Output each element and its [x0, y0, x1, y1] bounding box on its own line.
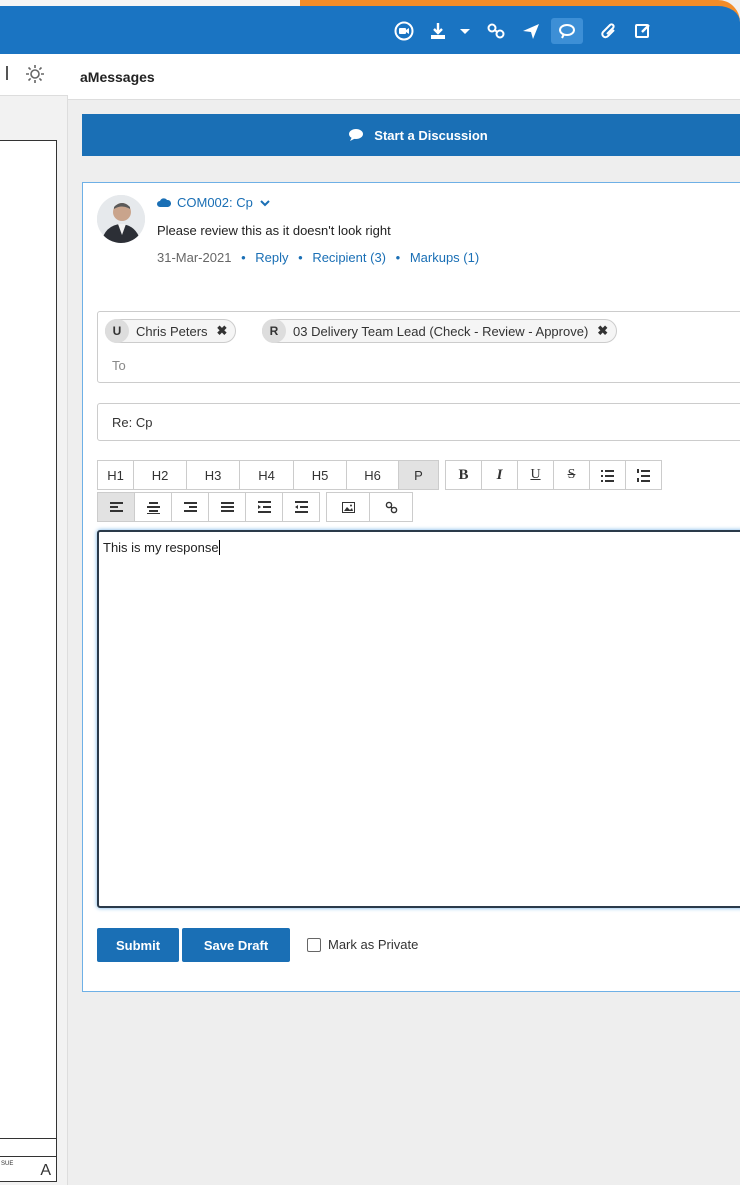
image-icon [341, 501, 355, 513]
numbered-list-button[interactable] [625, 460, 662, 490]
indent-button[interactable] [245, 492, 283, 522]
insert-image-button[interactable] [326, 492, 370, 522]
document-viewer: SUE A [0, 54, 68, 1185]
remove-recipient-icon[interactable]: ✖ [217, 323, 228, 339]
recipient-type-badge: R [262, 319, 286, 343]
align-right-button[interactable] [171, 492, 209, 522]
discussion-heading[interactable]: COM002: Cp [157, 195, 277, 210]
discussions-icon[interactable] [551, 18, 583, 44]
chevron-down-icon[interactable] [452, 18, 478, 44]
search-icon[interactable] [0, 66, 8, 80]
align-right-icon [183, 501, 197, 512]
recipient-name: Chris Peters [136, 323, 208, 339]
mark-private-checkbox[interactable]: Mark as Private [307, 937, 418, 952]
editor-toolbar-layout [97, 492, 413, 522]
chevron-down-icon[interactable] [259, 199, 271, 207]
subject-input[interactable]: Re: Cp [97, 403, 740, 441]
align-justify-icon [220, 501, 234, 512]
download-icon[interactable] [425, 18, 451, 44]
align-center-icon [146, 501, 160, 514]
paragraph-button[interactable]: P [398, 460, 439, 490]
editor-toolbar-headings: H1 H2 H3 H4 H5 H6 P B I U S [97, 460, 662, 490]
strikethrough-button[interactable]: S [553, 460, 590, 490]
message-text: Please review this as it doesn't look ri… [157, 223, 391, 238]
send-icon[interactable] [518, 18, 544, 44]
editor-content: This is my response [103, 540, 219, 555]
underline-button[interactable]: U [517, 460, 554, 490]
cloud-icon [157, 197, 171, 207]
recipient-field[interactable]: U Chris Peters ✖ R 03 Delivery Team Lead… [97, 311, 740, 383]
outdent-icon [294, 500, 308, 513]
heading-3-button[interactable]: H3 [186, 460, 240, 490]
checkbox[interactable] [307, 937, 321, 952]
heading-2-button[interactable]: H2 [133, 460, 187, 490]
list-ol-icon [637, 468, 650, 482]
align-left-icon [109, 501, 123, 512]
attachment-icon[interactable] [596, 18, 622, 44]
panel-title: aMessages [80, 69, 155, 85]
discussion-card: COM002: Cp Please review this as it does… [82, 182, 740, 992]
link-icon [385, 501, 397, 513]
viewer-toolbar [0, 54, 68, 96]
gear-icon[interactable] [24, 63, 46, 85]
top-header [0, 0, 740, 54]
document-page: SUE A [0, 140, 57, 1182]
messages-panel: aMessages Start a Discussion COM002: Cp … [68, 54, 740, 1185]
align-center-button[interactable] [134, 492, 172, 522]
bullet-list-button[interactable] [589, 460, 626, 490]
indent-icon [257, 500, 271, 513]
recipient-type-badge: U [105, 319, 129, 343]
video-icon[interactable] [391, 18, 417, 44]
link-icon[interactable] [483, 18, 509, 44]
save-draft-button[interactable]: Save Draft [182, 928, 290, 962]
italic-button[interactable]: I [481, 460, 518, 490]
discussion-title: COM002: Cp [177, 195, 253, 210]
message-date: 31-Mar-2021 [157, 250, 232, 265]
list-ul-icon [601, 469, 614, 482]
mark-private-label: Mark as Private [328, 937, 419, 952]
reply-link[interactable]: Reply [255, 250, 288, 265]
to-placeholder: To [112, 358, 126, 373]
bold-button[interactable]: B [445, 460, 482, 490]
heading-6-button[interactable]: H6 [346, 460, 399, 490]
title-block-label: SUE [1, 1161, 14, 1167]
justify-button[interactable] [208, 492, 246, 522]
recipient-chip: U Chris Peters ✖ [105, 319, 237, 343]
insert-link-button[interactable] [369, 492, 413, 522]
recipient-name: 03 Delivery Team Lead (Check - Review - … [293, 323, 589, 339]
recipient-chip: R 03 Delivery Team Lead (Check - Review … [262, 319, 618, 343]
start-discussion-label: Start a Discussion [374, 127, 488, 143]
heading-5-button[interactable]: H5 [293, 460, 347, 490]
start-discussion-button[interactable]: Start a Discussion [82, 114, 740, 156]
avatar [97, 195, 145, 243]
heading-4-button[interactable]: H4 [239, 460, 294, 490]
heading-1-button[interactable]: H1 [97, 460, 134, 490]
edit-icon[interactable] [630, 18, 656, 44]
outdent-button[interactable] [282, 492, 320, 522]
submit-button[interactable]: Submit [97, 928, 179, 962]
panel-header: aMessages [68, 54, 740, 100]
recipients-link[interactable]: Recipient (3) [312, 250, 386, 265]
revision-value: A [40, 1162, 51, 1179]
message-meta: 31-Mar-2021 • Reply • Recipient (3) • Ma… [157, 250, 480, 265]
message-editor[interactable]: This is my response [97, 530, 740, 908]
align-left-button[interactable] [97, 492, 135, 522]
remove-recipient-icon[interactable]: ✖ [597, 323, 608, 339]
comment-icon [349, 129, 364, 141]
markups-link[interactable]: Markups (1) [410, 250, 479, 265]
